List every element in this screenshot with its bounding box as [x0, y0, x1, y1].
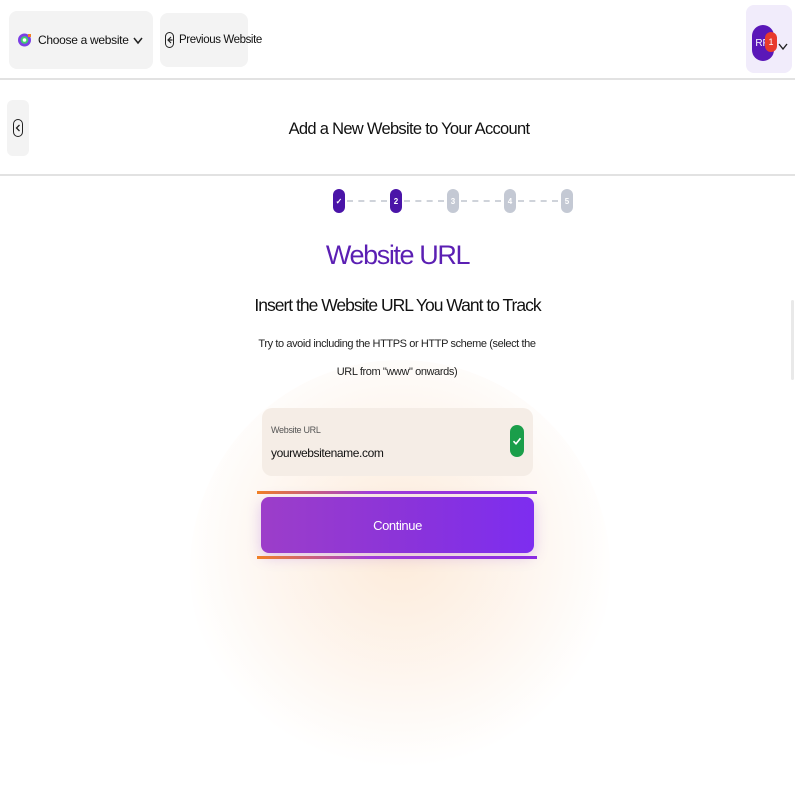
- app-logo-icon: [17, 30, 32, 50]
- step-1-complete: ✓: [333, 189, 345, 213]
- form-hint: Try to avoid including the HTTPS or HTTP…: [258, 338, 536, 378]
- section-title: Website URL: [325, 240, 471, 270]
- page-title: Add a New Website to Your Account: [288, 120, 530, 138]
- stepper-connector: [518, 200, 558, 202]
- chevron-down-icon: [778, 38, 788, 51]
- previous-website-label: Previous Website: [179, 34, 262, 46]
- notification-badge: 1: [765, 32, 777, 52]
- continue-button[interactable]: Continue: [261, 497, 534, 553]
- step-4: 4: [504, 189, 516, 213]
- step-5: 5: [561, 189, 573, 213]
- top-bar: Choose a website Previous Website RF 1: [0, 0, 795, 80]
- check-circle-icon: [510, 425, 524, 457]
- progress-stepper: ✓ 2 3 4 5: [333, 189, 573, 213]
- button-highlight-top: [257, 491, 537, 494]
- website-url-field[interactable]: Website URL: [262, 408, 533, 476]
- stepper-connector: [347, 200, 387, 202]
- stepper-connector: [404, 200, 444, 202]
- button-highlight-bottom: [257, 556, 537, 559]
- previous-website-button[interactable]: Previous Website: [160, 13, 262, 67]
- page-header: Add a New Website to Your Account: [0, 82, 795, 176]
- website-url-label: Website URL: [271, 425, 321, 435]
- website-url-input[interactable]: [271, 446, 501, 460]
- user-menu[interactable]: RF 1: [746, 5, 792, 73]
- scrollbar[interactable]: [791, 300, 794, 380]
- website-select-dropdown[interactable]: Choose a website: [9, 11, 153, 69]
- arrow-left-circle-icon: [165, 32, 174, 48]
- stepper-connector: [461, 200, 501, 202]
- chevron-down-icon: [131, 33, 145, 47]
- step-2-current: 2: [390, 189, 402, 213]
- step-3: 3: [447, 189, 459, 213]
- form-subtitle: Insert the Website URL You Want to Track: [254, 295, 541, 315]
- website-select-label: Choose a website: [38, 33, 129, 47]
